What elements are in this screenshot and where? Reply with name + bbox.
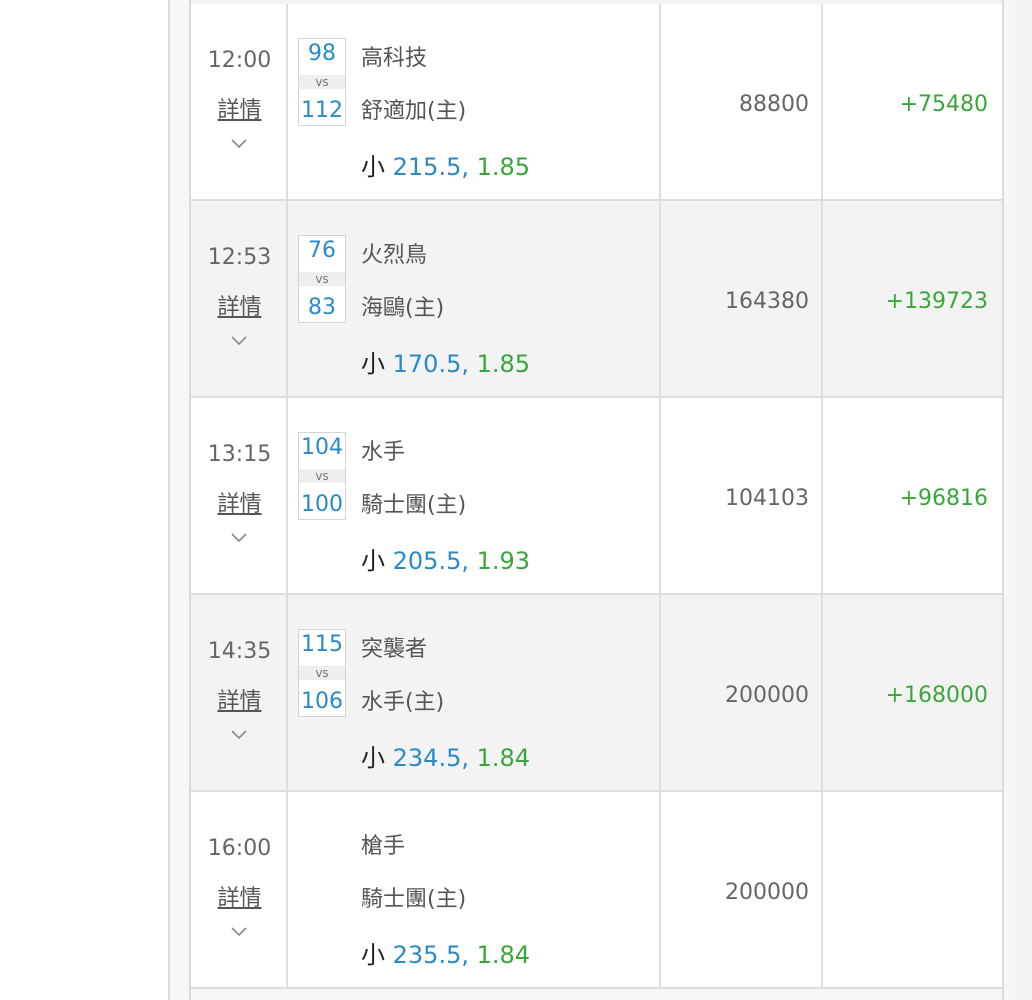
result-cell: +139723 [823, 201, 1000, 396]
bet-line: 205.5, [392, 547, 469, 575]
chevron-down-icon[interactable] [230, 725, 248, 743]
result-cell: +75480 [823, 4, 1000, 199]
bet-selection: 小 234.5, 1.84 [361, 738, 530, 773]
bet-side: 小 [361, 153, 385, 181]
bet-line: 215.5, [392, 153, 469, 181]
bet-price: 1.84 [476, 744, 531, 772]
home-score: 106 [301, 689, 343, 714]
vs-label: vs [299, 75, 345, 89]
score-box: 115 vs 106 [298, 629, 346, 717]
bet-result: +96816 [899, 486, 988, 511]
bet-amount: 88800 [739, 92, 809, 117]
away-score: 76 [308, 238, 336, 263]
match-cell: 104 vs 100 水手 騎士團(主) 小 205.5, 1.93 [288, 398, 661, 593]
away-team-name: 突襲者 [361, 637, 428, 662]
time-cell: 13:15 詳情 [191, 398, 288, 593]
home-team-name: 騎士團(主) [361, 493, 467, 518]
time-cell: 14:35 詳情 [191, 595, 288, 790]
table-row: 12:00 詳情 98 vs 112 高科技 舒適加(主) 小 215.5, 1… [191, 4, 1002, 201]
bet-result: +168000 [885, 683, 988, 708]
amount-cell: 164380 [661, 201, 823, 396]
away-team-name: 高科技 [361, 46, 428, 71]
detail-link[interactable]: 詳情 [191, 92, 288, 124]
bet-selection: 小 170.5, 1.85 [361, 344, 530, 379]
away-team-name: 槍手 [361, 834, 406, 859]
chevron-down-icon[interactable] [230, 528, 248, 546]
bet-price: 1.85 [476, 153, 531, 181]
match-time: 16:00 [207, 836, 272, 861]
bet-amount: 200000 [725, 683, 809, 708]
detail-link[interactable]: 詳情 [191, 880, 288, 912]
away-score: 98 [308, 41, 336, 66]
match-cell: 115 vs 106 突襲者 水手(主) 小 234.5, 1.84 [288, 595, 661, 790]
table-row: 13:15 詳情 104 vs 100 水手 騎士團(主) 小 205.5, 1… [191, 398, 1002, 595]
bet-line: 235.5, [392, 941, 469, 969]
match-time: 13:15 [207, 442, 272, 467]
bet-selection: 小 215.5, 1.85 [361, 147, 530, 182]
match-time: 12:53 [207, 245, 272, 270]
away-score: 104 [301, 435, 343, 460]
time-cell: 16:00 詳情 [191, 792, 288, 987]
away-score: 115 [301, 632, 343, 657]
bet-selection: 小 205.5, 1.93 [361, 541, 530, 576]
away-team-name: 水手 [361, 440, 406, 465]
panel-edge-shadow [1004, 0, 1032, 1000]
result-cell: +168000 [823, 595, 1000, 790]
bet-line: 170.5, [392, 350, 469, 378]
away-team-name: 火烈鳥 [361, 243, 428, 268]
score-box: 104 vs 100 [298, 432, 346, 520]
home-team-name: 舒適加(主) [361, 99, 467, 124]
time-cell: 12:00 詳情 [191, 4, 288, 199]
detail-link[interactable]: 詳情 [191, 486, 288, 518]
amount-cell: 200000 [661, 792, 823, 987]
home-team-name: 海鷗(主) [361, 296, 445, 321]
table-row: 12:53 詳情 76 vs 83 火烈鳥 海鷗(主) 小 170.5, 1.8… [191, 201, 1002, 398]
detail-link[interactable]: 詳情 [191, 289, 288, 321]
bet-selection: 小 235.5, 1.84 [361, 935, 530, 970]
amount-cell: 104103 [661, 398, 823, 593]
bet-side: 小 [361, 744, 385, 772]
result-cell: +96816 [823, 398, 1000, 593]
bet-result: +139723 [885, 289, 988, 314]
bet-price: 1.84 [476, 941, 531, 969]
bet-result: +75480 [899, 92, 988, 117]
chevron-down-icon[interactable] [230, 331, 248, 349]
bet-side: 小 [361, 941, 385, 969]
match-cell: 98 vs 112 高科技 舒適加(主) 小 215.5, 1.85 [288, 4, 661, 199]
bet-amount: 164380 [725, 289, 809, 314]
home-score: 112 [301, 98, 343, 123]
vs-label: vs [299, 272, 345, 286]
match-cell: 76 vs 83 火烈鳥 海鷗(主) 小 170.5, 1.85 [288, 201, 661, 396]
table-row: 14:35 詳情 115 vs 106 突襲者 水手(主) 小 234.5, 1… [191, 595, 1002, 792]
time-cell: 12:53 詳情 [191, 201, 288, 396]
home-score: 100 [301, 492, 343, 517]
viewport: 12:00 詳情 98 vs 112 高科技 舒適加(主) 小 215.5, 1… [0, 0, 1032, 1000]
vs-label: vs [299, 469, 345, 483]
chevron-down-icon[interactable] [230, 134, 248, 152]
match-cell: 槍手 騎士團(主) 小 235.5, 1.84 [288, 792, 661, 987]
home-team-name: 騎士團(主) [361, 887, 467, 912]
score-box: 76 vs 83 [298, 235, 346, 323]
score-box: 98 vs 112 [298, 38, 346, 126]
bet-side: 小 [361, 547, 385, 575]
bet-price: 1.85 [476, 350, 531, 378]
bet-amount: 104103 [725, 486, 809, 511]
amount-cell: 88800 [661, 4, 823, 199]
home-team-name: 水手(主) [361, 690, 445, 715]
match-time: 14:35 [207, 639, 272, 664]
result-cell [823, 792, 1000, 987]
chevron-down-icon[interactable] [230, 922, 248, 940]
detail-link[interactable]: 詳情 [191, 683, 288, 715]
bet-price: 1.93 [476, 547, 531, 575]
bet-side: 小 [361, 350, 385, 378]
match-time: 12:00 [207, 48, 272, 73]
bet-line: 234.5, [392, 744, 469, 772]
amount-cell: 200000 [661, 595, 823, 790]
vs-label: vs [299, 666, 345, 680]
table-row: 16:00 詳情 槍手 騎士團(主) 小 235.5, 1.84 200000 [191, 792, 1002, 989]
bet-history-table: 12:00 詳情 98 vs 112 高科技 舒適加(主) 小 215.5, 1… [189, 0, 1004, 1000]
home-score: 83 [308, 295, 336, 320]
bet-amount: 200000 [725, 880, 809, 905]
